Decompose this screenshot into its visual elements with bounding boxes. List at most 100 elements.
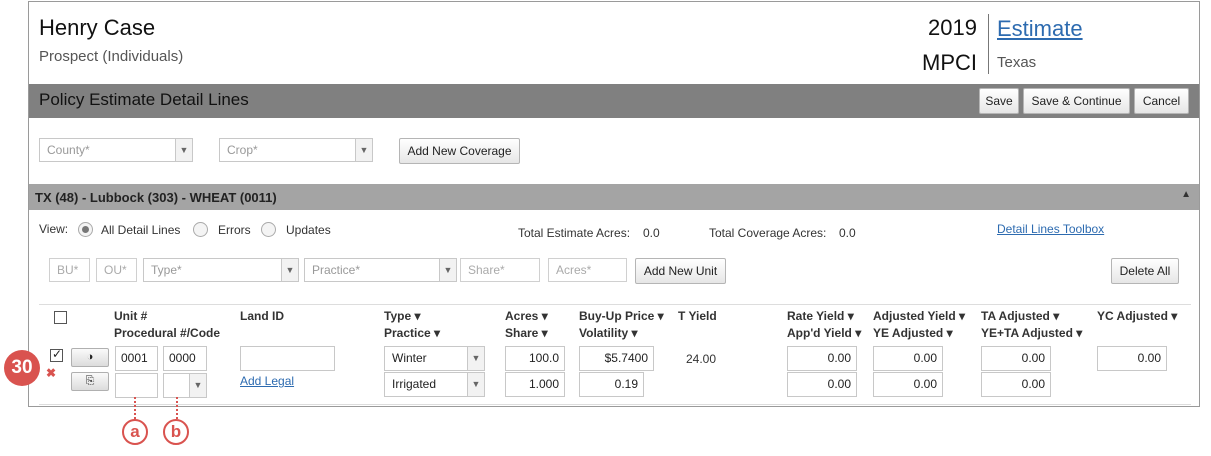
add-coverage-button[interactable]: Add New Coverage bbox=[399, 138, 520, 164]
th-adjusted-yield[interactable]: Adjusted Yield ▾ bbox=[873, 309, 965, 323]
share-input[interactable]: Share* bbox=[460, 258, 540, 282]
total-estimate-acres-value: 0.0 bbox=[643, 226, 660, 240]
row-type-select[interactable]: Winter ▼ bbox=[384, 346, 485, 371]
annotation-badge: 30 bbox=[4, 350, 40, 386]
callout-b-line bbox=[176, 397, 178, 419]
acres-field[interactable]: 100.0 bbox=[505, 346, 565, 371]
policy-state: Texas bbox=[997, 54, 1037, 71]
th-type[interactable]: Type ▾ bbox=[384, 309, 420, 323]
row-divider-line bbox=[39, 404, 1191, 405]
chevron-down-icon: ▼ bbox=[467, 347, 484, 370]
client-subtitle: Prospect (Individuals) bbox=[39, 48, 184, 65]
th-yc-adjusted[interactable]: YC Adjusted ▾ bbox=[1097, 309, 1177, 323]
practice-select[interactable]: Practice* ▼ bbox=[304, 258, 457, 282]
type-select-placeholder: Type* bbox=[151, 263, 182, 277]
policy-toolbar: Policy Estimate Detail Lines Save Save &… bbox=[29, 84, 1199, 118]
ta-adjusted-field[interactable]: 0.00 bbox=[981, 346, 1051, 371]
delete-all-button[interactable]: Delete All bbox=[1111, 258, 1179, 284]
acres-input[interactable]: Acres* bbox=[548, 258, 627, 282]
chevron-down-icon: ▼ bbox=[355, 139, 372, 161]
th-ye-ta-adjusted[interactable]: YE+TA Adjusted ▾ bbox=[981, 326, 1082, 340]
radio-errors[interactable] bbox=[193, 222, 208, 237]
triangle-up-icon[interactable]: ▲ bbox=[1181, 189, 1191, 200]
header-divider bbox=[988, 14, 989, 74]
radio-updates-label: Updates bbox=[286, 223, 331, 237]
procedural-code-select[interactable]: ▼ bbox=[163, 373, 207, 398]
th-ta-adjusted[interactable]: TA Adjusted ▾ bbox=[981, 309, 1059, 323]
county-select[interactable]: County* ▼ bbox=[39, 138, 193, 162]
row-practice-value: Irrigated bbox=[392, 377, 437, 391]
coverage-section-title: TX (48) - Lubbock (303) - WHEAT (0011) bbox=[35, 190, 277, 205]
add-unit-button[interactable]: Add New Unit bbox=[635, 258, 726, 284]
radio-all-detail-lines-label: All Detail Lines bbox=[101, 223, 181, 237]
th-unit: Unit # bbox=[114, 309, 148, 323]
unit-code-input[interactable] bbox=[115, 373, 158, 398]
save-continue-button[interactable]: Save & Continue bbox=[1023, 88, 1130, 114]
th-acres[interactable]: Acres ▾ bbox=[505, 309, 548, 323]
chevron-down-icon: ▼ bbox=[189, 374, 206, 397]
buyup-price-field[interactable]: $5.7400 bbox=[579, 346, 654, 371]
chevron-down-icon: ▼ bbox=[281, 259, 298, 281]
th-practice[interactable]: Practice ▾ bbox=[384, 326, 440, 340]
detail-lines-toolbox-link[interactable]: Detail Lines Toolbox bbox=[997, 222, 1104, 236]
th-procedural: Procedural #/Code bbox=[114, 326, 221, 340]
type-select[interactable]: Type* ▼ bbox=[143, 258, 299, 282]
crop-select-placeholder: Crop* bbox=[227, 143, 258, 157]
view-label: View: bbox=[39, 222, 69, 236]
chevron-down-icon: ▼ bbox=[439, 259, 456, 281]
ye-adjusted-field[interactable]: 0.00 bbox=[873, 372, 943, 397]
client-name: Henry Case bbox=[39, 15, 156, 40]
radio-errors-label: Errors bbox=[218, 223, 251, 237]
row-practice-select[interactable]: Irrigated ▼ bbox=[384, 372, 485, 397]
land-id-input[interactable] bbox=[240, 346, 335, 371]
crop-select[interactable]: Crop* ▼ bbox=[219, 138, 373, 162]
th-t-yield: T Yield bbox=[678, 309, 717, 323]
procedural-number-input[interactable]: 0000 bbox=[163, 346, 207, 371]
unit-number-input[interactable]: 0001 bbox=[115, 346, 158, 371]
rate-yield-field[interactable]: 0.00 bbox=[787, 346, 857, 371]
ou-input[interactable]: OU* bbox=[96, 258, 137, 282]
callout-a: a bbox=[122, 419, 148, 445]
total-coverage-acres-label: Total Coverage Acres: bbox=[709, 226, 827, 240]
t-yield-value: 24.00 bbox=[686, 352, 717, 366]
copy-icon[interactable]: ⎘ bbox=[71, 372, 109, 391]
total-coverage-acres-value: 0.0 bbox=[839, 226, 856, 240]
policy-year: 2019 bbox=[928, 15, 977, 40]
error-x-icon: ✖ bbox=[46, 366, 57, 380]
contrast-icon[interactable]: ◑ bbox=[71, 348, 109, 367]
ye-ta-adjusted-field[interactable]: 0.00 bbox=[981, 372, 1051, 397]
main-panel: Henry Case Prospect (Individuals) 2019 M… bbox=[28, 1, 1200, 407]
share-field[interactable]: 1.000 bbox=[505, 372, 565, 397]
select-all-checkbox[interactable] bbox=[54, 311, 67, 324]
adjusted-yield-field[interactable]: 0.00 bbox=[873, 346, 943, 371]
callout-a-line bbox=[134, 397, 136, 419]
volatility-field[interactable]: 0.19 bbox=[579, 372, 644, 397]
th-volatility[interactable]: Volatility ▾ bbox=[579, 326, 637, 340]
row-type-value: Winter bbox=[392, 351, 427, 365]
th-buyup-price[interactable]: Buy-Up Price ▾ bbox=[579, 309, 664, 323]
estimate-link[interactable]: Estimate bbox=[997, 16, 1083, 42]
cancel-button[interactable]: Cancel bbox=[1134, 88, 1189, 114]
header-divider-line bbox=[39, 304, 1191, 305]
radio-all-detail-lines[interactable] bbox=[78, 222, 93, 237]
row-checkbox[interactable] bbox=[50, 347, 63, 362]
total-estimate-acres-label: Total Estimate Acres: bbox=[518, 226, 631, 240]
appd-yield-field[interactable]: 0.00 bbox=[787, 372, 857, 397]
chevron-down-icon: ▼ bbox=[467, 373, 484, 396]
county-select-placeholder: County* bbox=[47, 143, 90, 157]
yc-adjusted-field[interactable]: 0.00 bbox=[1097, 346, 1167, 371]
add-legal-link[interactable]: Add Legal bbox=[240, 374, 294, 388]
coverage-section-header[interactable]: TX (48) - Lubbock (303) - WHEAT (0011) ▲ bbox=[29, 184, 1199, 210]
chevron-down-icon: ▼ bbox=[175, 139, 192, 161]
practice-select-placeholder: Practice* bbox=[312, 263, 361, 277]
bu-input[interactable]: BU* bbox=[49, 258, 90, 282]
th-rate-yield[interactable]: Rate Yield ▾ bbox=[787, 309, 854, 323]
radio-updates[interactable] bbox=[261, 222, 276, 237]
th-ye-adjusted[interactable]: YE Adjusted ▾ bbox=[873, 326, 953, 340]
th-land-id: Land ID bbox=[240, 309, 284, 323]
policy-plan: MPCI bbox=[922, 50, 977, 75]
th-share[interactable]: Share ▾ bbox=[505, 326, 548, 340]
save-button[interactable]: Save bbox=[979, 88, 1019, 114]
th-appd-yield[interactable]: App'd Yield ▾ bbox=[787, 326, 861, 340]
policy-toolbar-title: Policy Estimate Detail Lines bbox=[39, 90, 249, 109]
